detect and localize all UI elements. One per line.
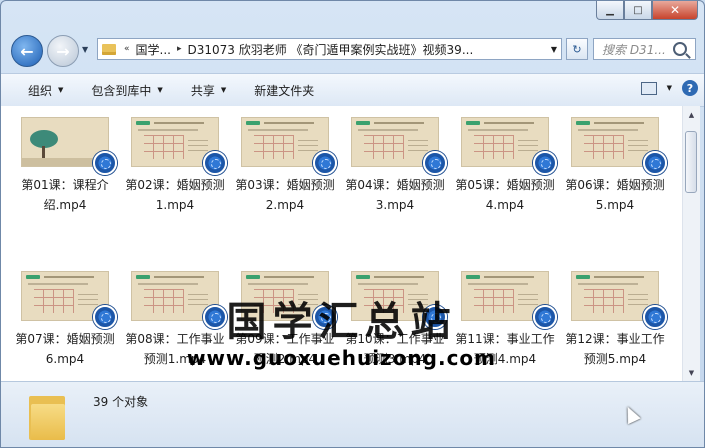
- explorer-window: ▁ □ ✕ ← → ▼ « 国学... ▸ D31073 欣羽老师 《奇门遁甲案…: [0, 0, 705, 448]
- refresh-icon: ↻: [572, 42, 582, 56]
- file-item[interactable]: 第02课：婚姻预测1.mp4: [125, 117, 227, 217]
- file-item[interactable]: 第06课：婚姻预测5.mp4: [565, 117, 667, 217]
- minimize-button[interactable]: ▁: [596, 1, 624, 20]
- video-file-badge-icon: [93, 151, 117, 175]
- organize-button[interactable]: 组织 ▼: [1, 82, 77, 99]
- watermark-url: www.guoxuehuizong.com: [186, 346, 497, 370]
- file-item[interactable]: 第05课：婚姻预测4.mp4: [455, 117, 557, 217]
- breadcrumb-item[interactable]: 国学...: [136, 41, 171, 58]
- folder-icon: [29, 396, 65, 440]
- details-pane: 39 个对象: [1, 381, 704, 447]
- video-file-badge-icon: [533, 151, 557, 175]
- file-item[interactable]: 第03课：婚姻预测2.mp4: [235, 117, 337, 217]
- watermark-title: 国学汇总站: [226, 299, 457, 345]
- include-in-library-button[interactable]: 包含到库中 ▼: [77, 82, 176, 99]
- view-icon[interactable]: [640, 81, 657, 95]
- scroll-thumb[interactable]: [685, 131, 697, 193]
- vertical-scrollbar[interactable]: ▲ ▼: [682, 106, 700, 381]
- include-in-library-label: 包含到库中: [91, 83, 152, 98]
- video-file-badge-icon: [643, 151, 667, 175]
- caption-buttons: ▁ □ ✕: [596, 1, 698, 20]
- address-row: ← → ▼ « 国学... ▸ D31073 欣羽老师 《奇门遁甲案例实战班》视…: [1, 33, 704, 67]
- help-icon[interactable]: ?: [682, 80, 698, 96]
- organize-label: 组织: [28, 83, 53, 98]
- item-count: 39 个对象: [93, 395, 149, 409]
- file-name: 第06课：婚姻预测5.mp4: [565, 178, 665, 212]
- folder-icon: [102, 43, 116, 55]
- breadcrumb-item[interactable]: D31073 欣羽老师 《奇门遁甲案例实战班》视频39...: [188, 41, 474, 58]
- breadcrumb-overflow[interactable]: «: [124, 44, 130, 54]
- file-name: 第02课：婚姻预测1.mp4: [125, 178, 225, 212]
- chevron-down-icon: ▼: [157, 86, 163, 94]
- chevron-down-icon: ▼: [58, 86, 64, 94]
- toolbar-right: ▼ ?: [640, 80, 698, 96]
- share-label: 共享: [190, 83, 215, 98]
- file-name: 第04课：婚姻预测3.mp4: [345, 178, 445, 212]
- chevron-down-icon: ▼: [220, 86, 227, 94]
- scroll-up-button[interactable]: ▲: [683, 106, 700, 123]
- view-options-button[interactable]: ▼: [667, 84, 672, 92]
- refresh-button[interactable]: ↻: [566, 38, 588, 60]
- close-button[interactable]: ✕: [652, 1, 698, 20]
- file-name: 第03课：婚姻预测2.mp4: [235, 178, 335, 212]
- search-icon[interactable]: [673, 42, 687, 56]
- back-button[interactable]: ←: [11, 35, 43, 67]
- back-arrow-icon: ←: [20, 41, 34, 61]
- video-file-badge-icon: [313, 151, 337, 175]
- file-item[interactable]: 第04课：婚姻预测3.mp4: [345, 117, 447, 217]
- command-bar: 组织 ▼ 包含到库中 ▼ 共享 ▼ 新建文件夹 ▼ ?: [1, 73, 704, 107]
- search-box[interactable]: 搜索 D31...: [593, 38, 696, 60]
- file-item[interactable]: 第01课：课程介绍.mp4: [15, 117, 117, 217]
- recent-pages-button[interactable]: ▼: [82, 45, 88, 54]
- file-name: 第01课：课程介绍.mp4: [21, 178, 109, 212]
- video-file-badge-icon: [423, 151, 447, 175]
- breadcrumb-separator[interactable]: ▸: [177, 44, 182, 54]
- forward-arrow-icon: →: [56, 41, 70, 61]
- address-bar[interactable]: « 国学... ▸ D31073 欣羽老师 《奇门遁甲案例实战班》视频39...…: [97, 38, 562, 60]
- scroll-down-button[interactable]: ▼: [683, 364, 700, 381]
- video-file-badge-icon: [203, 151, 227, 175]
- address-dropdown-button[interactable]: ▼: [551, 45, 557, 54]
- maximize-button[interactable]: □: [624, 1, 652, 20]
- file-list[interactable]: 第12课：事业工作预测5.mp4 第11课：事业工作预测4.mp4 第10课：工作事…: [1, 106, 682, 381]
- search-input[interactable]: 搜索 D31...: [602, 41, 673, 58]
- new-folder-button[interactable]: 新建文件夹: [240, 82, 328, 99]
- new-folder-label: 新建文件夹: [254, 83, 315, 98]
- share-button[interactable]: 共享 ▼: [177, 82, 240, 99]
- forward-button[interactable]: →: [47, 35, 79, 67]
- file-name: 第05课：婚姻预测4.mp4: [455, 178, 555, 212]
